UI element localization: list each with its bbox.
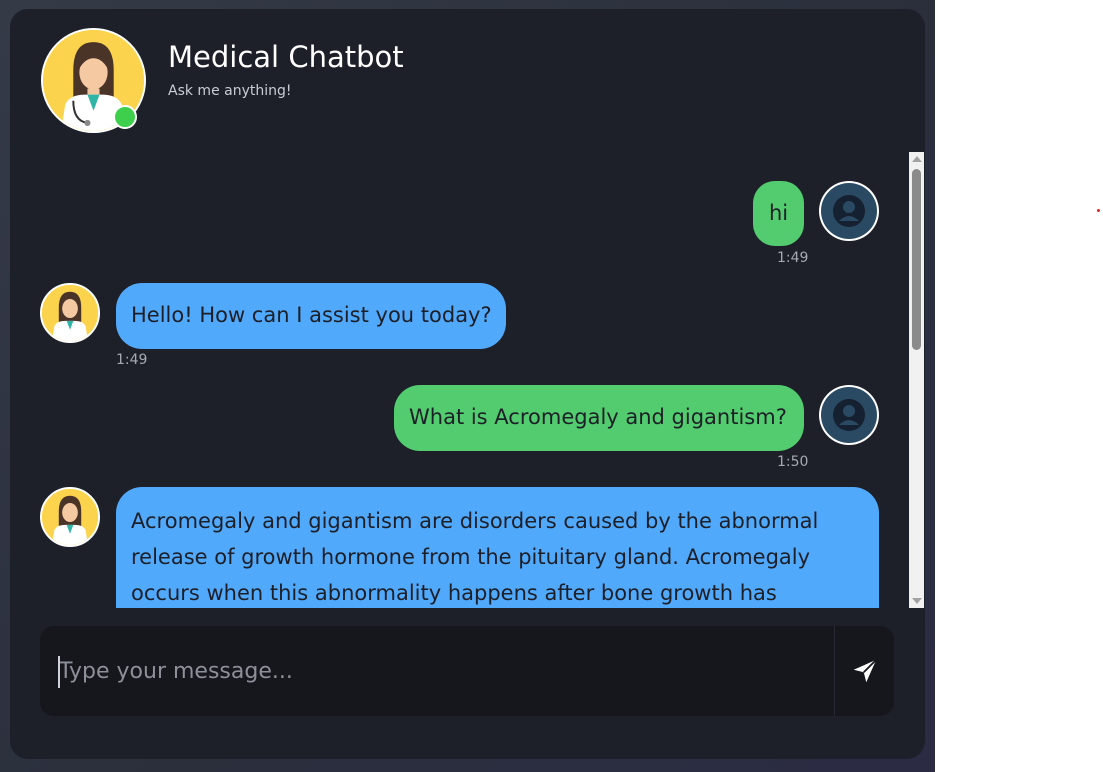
message-input[interactable] [40,626,834,716]
bot-message-bubble: Hello! How can I assist you today? [116,283,506,349]
message-time: 1:49 [116,352,148,368]
message-time: 1:50 [777,454,809,470]
scroll-down-icon[interactable] [912,598,922,604]
send-icon [853,659,877,683]
chat-title: Medical Chatbot [168,40,404,74]
user-icon [833,195,865,227]
message-list[interactable]: hi 1:49 Hello! How can I assist you toda… [10,152,908,608]
scroll-up-icon[interactable] [912,156,922,162]
message-list-scrollbar[interactable] [909,152,924,608]
user-icon [833,399,865,431]
bot-message-bubble: Acromegaly and gigantism are disorders c… [116,487,879,608]
chat-subtitle: Ask me anything! [168,83,292,99]
message-text: What is Acromegaly and gigantism? [409,405,787,429]
message-time: 1:49 [777,250,809,266]
bot-avatar [40,283,100,343]
user-avatar [819,181,879,241]
bot-avatar [40,487,100,547]
doctor-avatar-icon [42,285,98,341]
user-message-bubble: hi [753,181,804,246]
message-composer [40,626,894,716]
doctor-avatar-icon [42,489,98,545]
user-avatar [819,385,879,445]
message-text: Hello! How can I assist you today? [131,303,492,327]
user-message-bubble: What is Acromegaly and gigantism? [394,385,804,451]
stray-dot [1097,209,1100,212]
scroll-thumb[interactable] [912,169,921,350]
message-text: Acromegaly and gigantism are disorders c… [131,509,819,605]
online-status-indicator [113,105,137,129]
text-caret [58,656,60,688]
send-button[interactable] [834,626,894,716]
message-text: hi [769,201,789,225]
